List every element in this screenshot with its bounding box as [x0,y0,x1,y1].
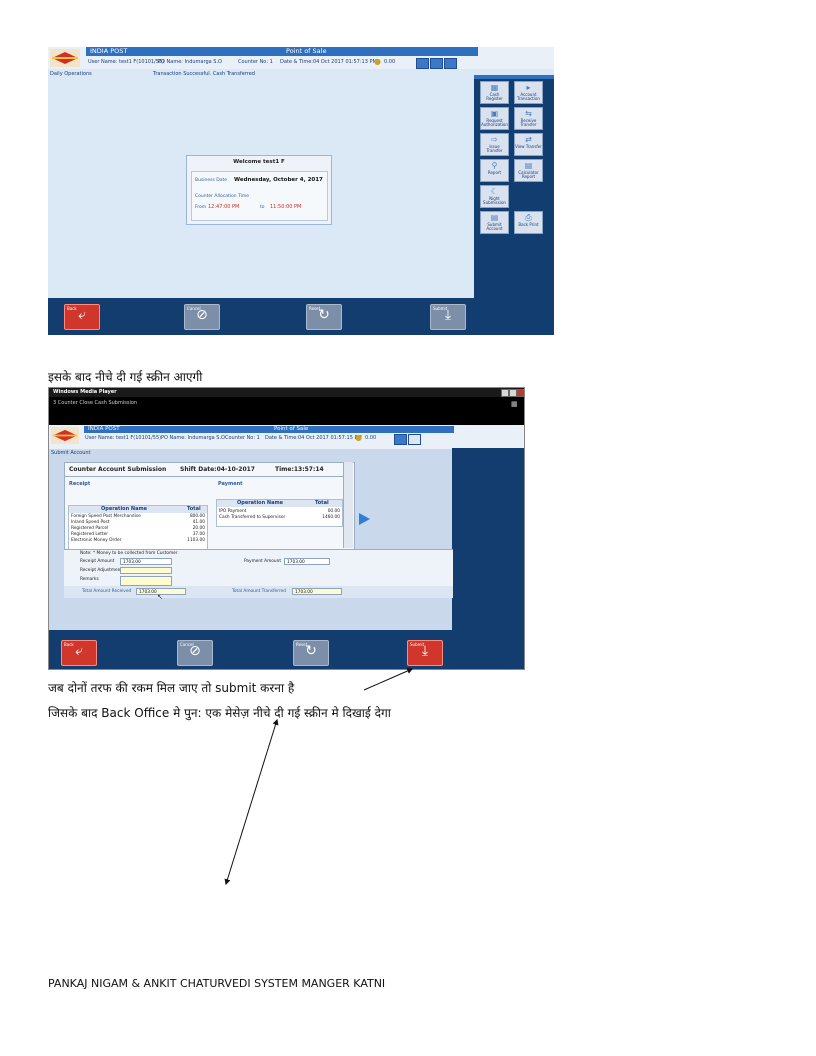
annotation-arrows [224,668,414,886]
footer-credit: PANKAJ NIGAM & ANKIT CHATURVEDI SYSTEM M… [48,977,386,990]
arrow-to-next-screen [224,718,279,886]
arrow-to-submit [363,668,414,691]
